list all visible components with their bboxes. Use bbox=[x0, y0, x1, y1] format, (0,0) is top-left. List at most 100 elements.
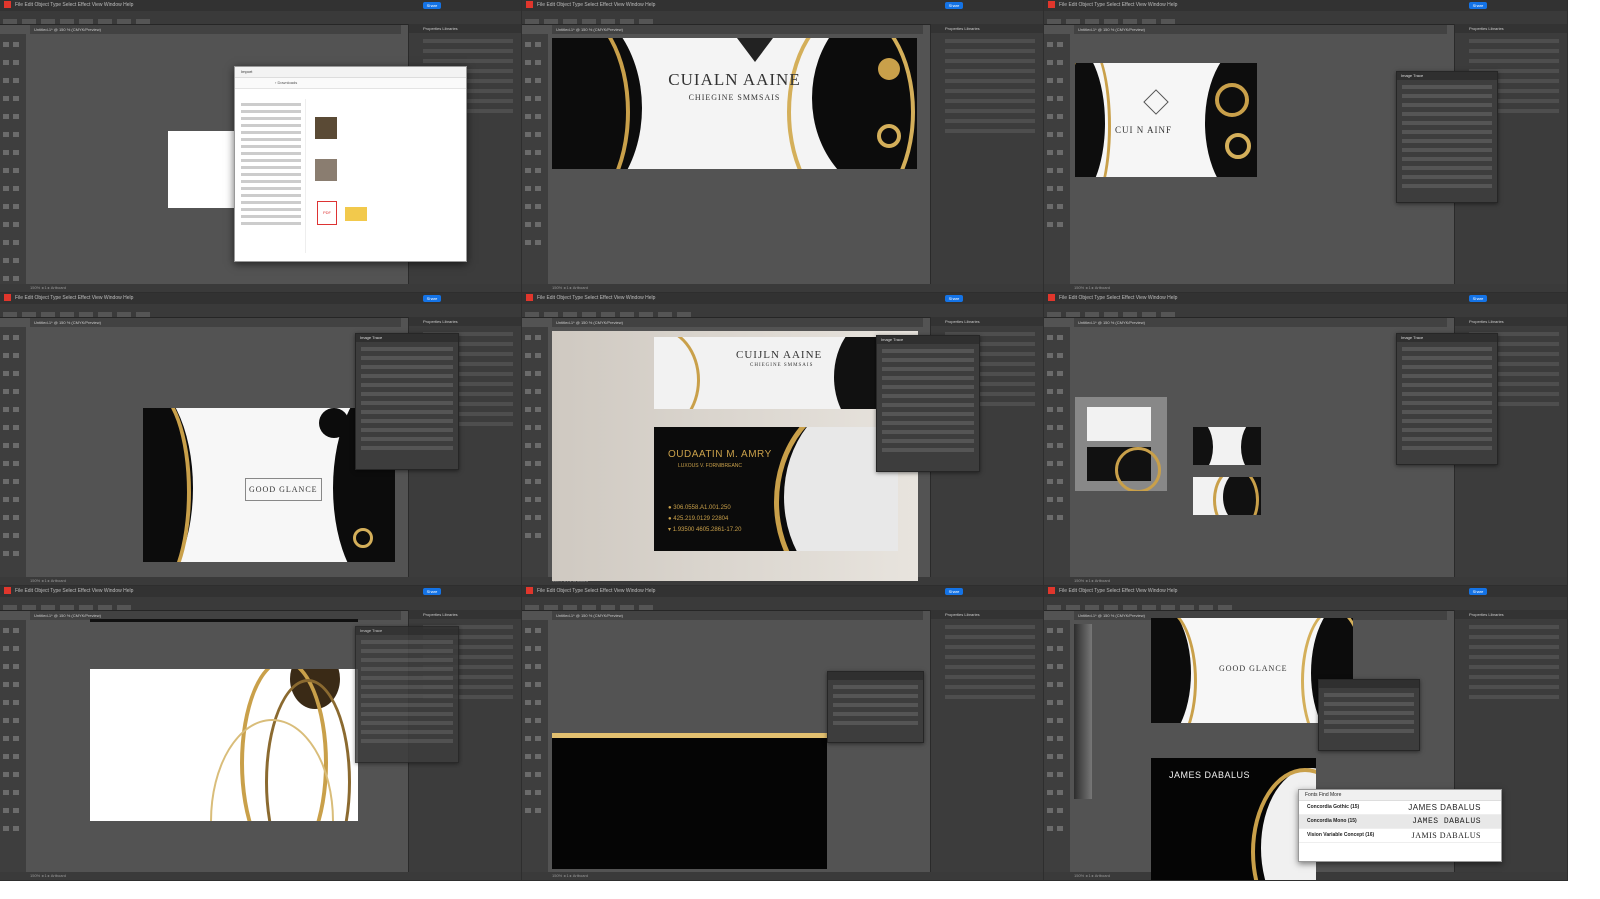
tools-panel[interactable] bbox=[0, 327, 26, 577]
menu-items[interactable]: File Edit Object Type Select Effect View… bbox=[537, 588, 655, 594]
image-trace-panel[interactable]: Image Trace bbox=[355, 626, 459, 763]
illustrator-logo-icon bbox=[4, 294, 11, 302]
share-button[interactable]: Share bbox=[945, 2, 963, 9]
layers-panel[interactable] bbox=[827, 671, 924, 743]
menu-items[interactable]: File Edit Object Type Select Effect View… bbox=[15, 2, 133, 8]
font-sample: JAMES DABALUS bbox=[1412, 817, 1481, 826]
tools-panel[interactable] bbox=[0, 34, 26, 284]
tools-panel[interactable] bbox=[522, 327, 548, 577]
document-tab[interactable]: Untitled-1* @ 150 % (CMYK/Preview) bbox=[30, 25, 401, 34]
properties-panel[interactable]: Properties Libraries bbox=[930, 610, 1043, 872]
share-button[interactable]: Share bbox=[1469, 2, 1487, 9]
tools-panel[interactable] bbox=[522, 620, 548, 872]
illustrator-logo-icon bbox=[526, 587, 533, 595]
cell-2: File Edit Object Type Select Effect View… bbox=[522, 0, 1044, 293]
menu-items[interactable]: File Edit Object Type Select Effect View… bbox=[15, 295, 133, 301]
panel-tabs[interactable]: Properties Libraries bbox=[931, 317, 1043, 326]
menu-items[interactable]: File Edit Object Type Select Effect View… bbox=[1059, 295, 1177, 301]
menu-items[interactable]: File Edit Object Type Select Effect View… bbox=[1059, 588, 1177, 594]
tools-panel[interactable] bbox=[522, 34, 548, 284]
document-tab[interactable]: Untitled-1* @ 150 % (CMYK/Preview) bbox=[552, 611, 923, 620]
folder-icon[interactable] bbox=[345, 207, 367, 221]
logo-diamond bbox=[1143, 89, 1169, 115]
explorer-sidebar[interactable] bbox=[235, 99, 306, 253]
panel-title: Image Trace bbox=[877, 336, 979, 344]
menu-bar: File Edit Object Type Select Effect View… bbox=[522, 586, 1043, 597]
status-bar: 150% ◂ 1 ▸ Artboard bbox=[1044, 577, 1567, 585]
image-trace-panel[interactable]: Image Trace bbox=[876, 335, 980, 472]
properties-panel[interactable]: Properties Libraries bbox=[930, 24, 1043, 284]
name-text[interactable]: JAMES DABALUS bbox=[1169, 770, 1250, 780]
control-bar bbox=[1044, 597, 1567, 611]
layers-panel[interactable] bbox=[1318, 679, 1420, 751]
status-bar: 150% ◂ 1 ▸ Artboard bbox=[0, 284, 521, 292]
share-button[interactable]: Share bbox=[945, 588, 963, 595]
share-button[interactable]: Share bbox=[423, 2, 441, 9]
file-explorer-window[interactable]: Import › Downloads PDF bbox=[234, 66, 467, 262]
panel-tabs[interactable]: Properties Libraries bbox=[409, 317, 521, 326]
back-role: LUXOUS V. FORNIBREANC bbox=[678, 463, 742, 469]
mail-icon: ● bbox=[668, 516, 672, 522]
pdf-icon[interactable]: PDF bbox=[317, 201, 337, 225]
tools-panel[interactable] bbox=[1044, 327, 1070, 577]
document-tab[interactable]: Untitled-1* @ 150 % (CMYK/Preview) bbox=[1074, 25, 1447, 34]
control-bar bbox=[522, 304, 1043, 318]
panel-tabs[interactable]: Properties Libraries bbox=[931, 24, 1043, 33]
cell-1: File Edit Object Type Select Effect View… bbox=[0, 0, 522, 293]
menu-items[interactable]: File Edit Object Type Select Effect View… bbox=[537, 295, 655, 301]
share-button[interactable]: Share bbox=[945, 295, 963, 302]
panel-tabs[interactable]: Properties Libraries bbox=[409, 24, 521, 33]
font-option[interactable]: Concordia Gothic (15) JAMES DABALUS bbox=[1299, 801, 1501, 815]
panel-tabs[interactable]: Properties Libraries bbox=[1455, 24, 1567, 33]
menu-items[interactable]: File Edit Object Type Select Effect View… bbox=[537, 2, 655, 8]
document-tab[interactable]: Untitled-1* @ 150 % (CMYK/Preview) bbox=[552, 318, 923, 327]
panel-tabs[interactable]: Properties Libraries bbox=[1455, 610, 1567, 619]
status-bar: 150% ◂ 1 ▸ Artboard bbox=[522, 284, 1043, 292]
phone-icon: ● bbox=[668, 505, 672, 511]
font-option[interactable]: Vision Variable Concept (16) JAMIS DABALU… bbox=[1299, 829, 1501, 843]
cell-3: File Edit Object Type Select Effect View… bbox=[1044, 0, 1568, 293]
document-tab[interactable]: Untitled-1* @ 150 % (CMYK/Preview) bbox=[30, 318, 401, 327]
share-button[interactable]: Share bbox=[1469, 588, 1487, 595]
image-trace-panel[interactable]: Image Trace bbox=[1396, 333, 1498, 465]
image-trace-panel[interactable]: Image Trace bbox=[355, 333, 459, 470]
document-tab[interactable]: Untitled-1* @ 150 % (CMYK/Preview) bbox=[1074, 318, 1447, 327]
document-tab[interactable]: Untitled-1* @ 150 % (CMYK/Preview) bbox=[552, 25, 923, 34]
image-trace-panel[interactable]: Image Trace bbox=[1396, 71, 1498, 203]
share-button[interactable]: Share bbox=[1469, 295, 1487, 302]
illustrator-logo-icon bbox=[526, 1, 533, 9]
panel-tabs[interactable]: Properties Libraries bbox=[409, 610, 521, 619]
tools-panel[interactable] bbox=[0, 620, 26, 872]
panel-title: Image Trace bbox=[356, 627, 458, 635]
card-logo: GOOD GLANCE bbox=[245, 478, 322, 501]
back-name: OUDAATIN M. AMRY bbox=[668, 449, 772, 460]
cell-8: File Edit Object Type Select Effect View… bbox=[522, 586, 1044, 881]
control-bar bbox=[1044, 304, 1567, 318]
share-button[interactable]: Share bbox=[423, 588, 441, 595]
control-bar bbox=[0, 11, 521, 25]
mockup-card-back: OUDAATIN M. AMRY LUXOUS V. FORNIBREANC ●… bbox=[654, 427, 898, 551]
screenshot-grid: File Edit Object Type Select Effect View… bbox=[0, 0, 1568, 881]
file-thumbnail[interactable] bbox=[315, 117, 337, 139]
tools-panel[interactable] bbox=[1044, 620, 1070, 872]
explorer-address-bar[interactable]: › Downloads bbox=[235, 78, 466, 89]
status-bar: 150% ◂ 1 ▸ Artboard bbox=[0, 577, 521, 585]
panel-tabs[interactable]: Properties Libraries bbox=[931, 610, 1043, 619]
share-button[interactable]: Share bbox=[423, 295, 441, 302]
illustrator-logo-icon bbox=[1048, 294, 1055, 302]
menu-items[interactable]: File Edit Object Type Select Effect View… bbox=[15, 588, 133, 594]
email-contact: ● 425.219.0129 22804 bbox=[668, 516, 729, 522]
font-option[interactable]: Concordia Mono (15) JAMES DABALUS bbox=[1299, 815, 1501, 829]
contact-list: ● 306.0558.A1.001.250 ● 425.219.0129 228… bbox=[668, 503, 741, 536]
font-dropdown-header[interactable]: Fonts Find More bbox=[1299, 790, 1501, 801]
illustrator-logo-icon bbox=[4, 587, 11, 595]
artboard-edge bbox=[90, 619, 358, 622]
menu-bar: File Edit Object Type Select Effect View… bbox=[1044, 586, 1567, 597]
location-icon: ▾ bbox=[668, 527, 672, 533]
menu-items[interactable]: File Edit Object Type Select Effect View… bbox=[1059, 2, 1177, 8]
panel-tabs[interactable]: Properties Libraries bbox=[1455, 317, 1567, 326]
font-dropdown[interactable]: Fonts Find More Concordia Gothic (15) JAM… bbox=[1298, 789, 1502, 862]
file-thumbnail[interactable] bbox=[315, 159, 337, 181]
status-bar: 150% ◂ 1 ▸ Artboard bbox=[0, 872, 521, 880]
tools-panel[interactable] bbox=[1044, 34, 1070, 284]
